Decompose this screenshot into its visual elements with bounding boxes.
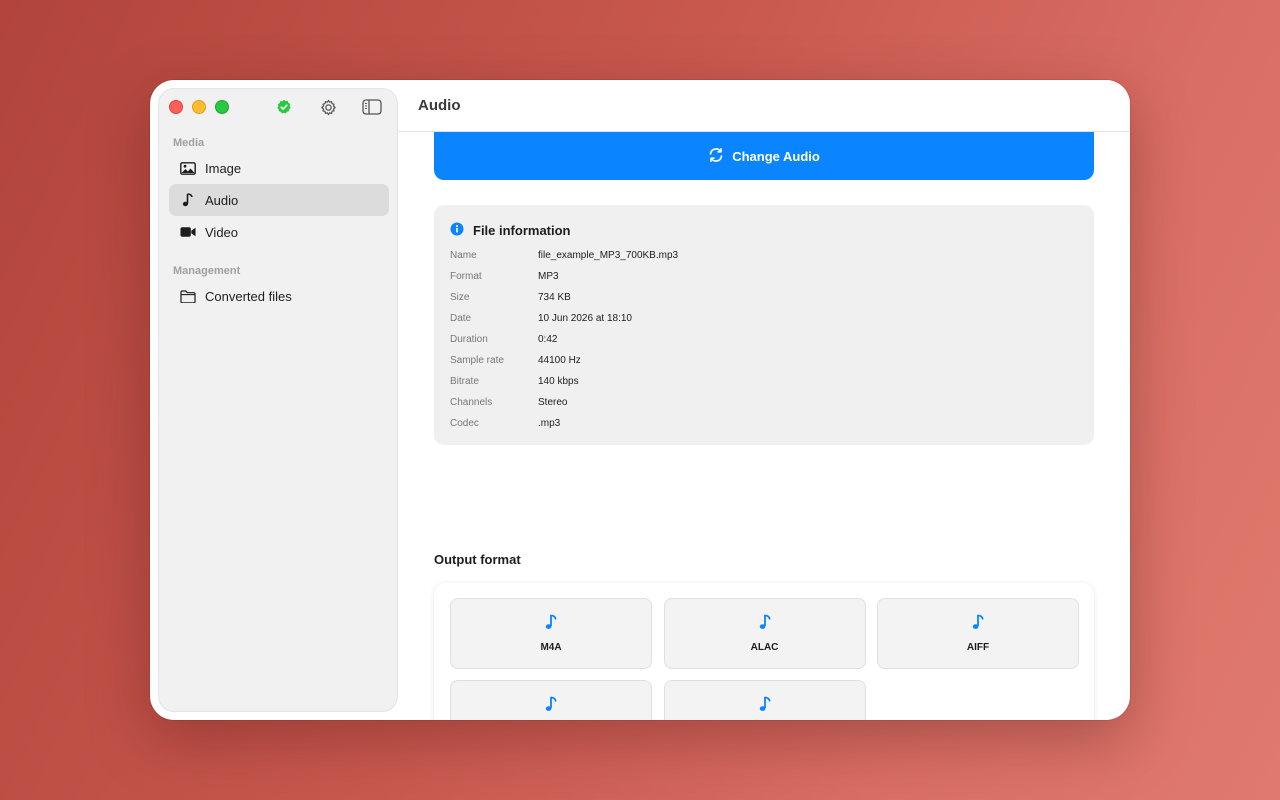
refresh-icon [708, 147, 724, 166]
sidebar-item-label: Video [205, 224, 239, 240]
info-value: file_example_MP3_700KB.mp3 [538, 250, 679, 261]
info-key: Codec [450, 418, 479, 429]
info-value: 140 kbps [538, 376, 579, 387]
info-icon [450, 222, 464, 239]
video-camera-icon [180, 224, 196, 240]
app-window: Media Image Audio Video Management Conve… [150, 80, 1130, 720]
format-label: ALAC [750, 642, 779, 653]
info-key: Duration [450, 334, 488, 345]
format-label: M4A [540, 642, 562, 653]
info-value: 44100 Hz [538, 355, 581, 366]
sidebar-item-label: Audio [205, 192, 239, 208]
format-option-alac[interactable]: ALAC [663, 598, 866, 669]
sidebar-item-audio[interactable]: Audio [169, 184, 389, 216]
sidebar-item-converted-files[interactable]: Converted files [169, 280, 389, 312]
sidebar-item-label: Image [205, 160, 242, 176]
info-key: Size [450, 292, 470, 303]
info-value: 0:42 [538, 334, 558, 345]
photo-icon [180, 160, 196, 176]
info-value: 10 Jun 2026 at 18:10 [538, 313, 632, 324]
music-note-icon [972, 614, 984, 636]
info-value: 734 KB [538, 292, 571, 303]
info-key: Channels [450, 397, 493, 408]
minimize-window-button[interactable] [192, 100, 206, 114]
music-note-icon [180, 192, 196, 208]
format-option-wav[interactable]: WAV [450, 680, 652, 720]
format-option-caf[interactable]: CAF [663, 680, 866, 720]
info-value: MP3 [538, 271, 559, 282]
sidebar-item-image[interactable]: Image [169, 152, 389, 184]
output-format-title: Output format [434, 552, 521, 567]
main-content: Change Audio File information Name file_e… [398, 132, 1130, 720]
gear-icon[interactable] [315, 97, 341, 117]
sidebar-section-media: Media [173, 137, 205, 149]
window-controls [169, 100, 229, 114]
sidebar: Media Image Audio Video Management Conve… [158, 88, 398, 712]
info-key: Sample rate [450, 355, 504, 366]
folder-icon [180, 288, 196, 304]
file-information-label: File information [473, 223, 571, 238]
format-option-aiff[interactable]: AIFF [877, 598, 1079, 669]
music-note-icon [545, 696, 557, 718]
info-value: Stereo [538, 397, 568, 408]
info-key: Format [450, 271, 482, 282]
info-key: Name [450, 250, 477, 261]
format-label: AIFF [966, 642, 990, 653]
file-information-card: File information Name file_example_MP3_70… [434, 205, 1094, 445]
close-window-button[interactable] [169, 100, 183, 114]
music-note-icon [759, 696, 771, 718]
music-note-icon [545, 614, 557, 636]
sidebar-item-video[interactable]: Video [169, 216, 389, 248]
verified-badge-icon[interactable] [271, 97, 297, 117]
sidebar-section-management: Management [173, 265, 241, 277]
output-format-grid: M4A ALAC AIFF WAV CAF [434, 583, 1094, 720]
format-option-m4a[interactable]: M4A [450, 598, 652, 669]
info-value: .mp3 [538, 418, 561, 429]
page-title: Audio [418, 97, 461, 114]
music-note-icon [759, 614, 771, 636]
change-audio-button[interactable]: Change Audio [434, 132, 1094, 180]
toolbar-header: Audio [398, 80, 1130, 132]
change-audio-label: Change Audio [732, 148, 820, 164]
zoom-window-button[interactable] [215, 100, 229, 114]
file-information-title: File information [450, 222, 571, 239]
info-key: Date [450, 313, 472, 324]
info-key: Bitrate [450, 376, 479, 387]
sidebar-item-label: Converted files [205, 288, 292, 304]
sidebar-toolbar [271, 97, 385, 117]
sidebar-toggle-icon[interactable] [359, 97, 385, 117]
